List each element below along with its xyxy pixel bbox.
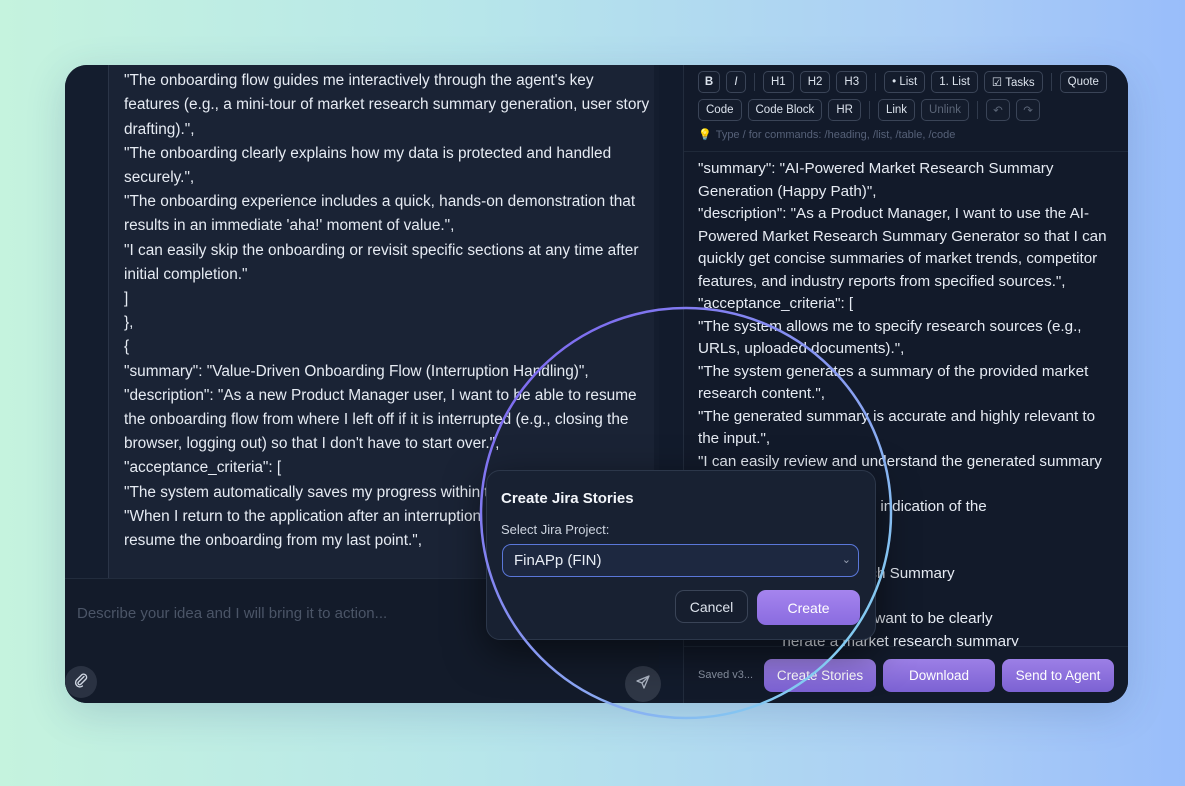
tasks-button[interactable]: ☑ Tasks — [983, 71, 1043, 93]
attach-button[interactable] — [65, 666, 97, 698]
text-line: research content.", — [698, 385, 825, 402]
text-line: "acceptance_criteria": [ — [698, 295, 854, 312]
saved-status: Saved v3... — [698, 669, 754, 681]
code-button[interactable]: Code — [698, 99, 742, 121]
text-line: "The onboarding flow guides me interacti… — [124, 72, 594, 90]
text-line: drafting).", — [124, 120, 195, 138]
toolbar-divider — [754, 73, 755, 91]
create-stories-button[interactable]: Create Stories — [764, 659, 876, 692]
text-line: "I can easily skip the onboarding or rev… — [124, 241, 639, 259]
text-line: Generation (Happy Path)", — [698, 182, 877, 200]
text-line: }, — [124, 314, 134, 332]
send-to-agent-button[interactable]: Send to Agent — [1002, 659, 1114, 692]
code-block-button[interactable]: Code Block — [747, 99, 823, 121]
text-line: "The system allows me to specify researc… — [698, 317, 1082, 335]
text-line: Powered Market Research Summary Generato… — [698, 227, 1107, 245]
create-jira-stories-dialog: Create Jira Stories Select Jira Project:… — [486, 470, 876, 640]
text-line: "The onboarding clearly explains how my … — [124, 144, 612, 162]
text-line: "summary": "Value-Driven Onboarding Flow… — [124, 362, 589, 380]
quote-button[interactable]: Quote — [1059, 71, 1107, 93]
unlink-button[interactable]: Unlink — [921, 99, 970, 121]
text-line: "The generated summary is accurate and h… — [698, 407, 1096, 425]
text-line: "description": "As a new Product Manager… — [124, 386, 637, 404]
toolbar-divider — [875, 73, 877, 91]
numbered-list-button[interactable]: 1. List — [931, 71, 978, 93]
jira-project-select[interactable]: FinAPp (FIN) ⌄ — [502, 544, 859, 577]
text-line: "The onboarding experience includes a qu… — [124, 193, 636, 211]
toolbar-divider — [868, 101, 870, 119]
text-line: "summary": "AI-Powered Market Research S… — [698, 160, 1054, 177]
command-hint-text: Type / for commands: /heading, /list, /t… — [715, 129, 956, 141]
text-line: quickly get concise summaries of market … — [698, 250, 1098, 267]
undo-button[interactable]: ↶ — [986, 99, 1011, 121]
paperclip-icon — [73, 672, 89, 693]
create-button[interactable]: Create — [757, 590, 860, 625]
toolbar-divider — [977, 101, 979, 119]
toolbar-row-1: B I H1 H2 H3 • List 1. List ☑ Tasks Quot… — [698, 70, 1118, 94]
selected-project: FinAPp (FIN) — [514, 552, 602, 569]
heading2-button[interactable]: H2 — [799, 71, 831, 93]
text-line: ] — [124, 290, 129, 308]
text-line: "description": "As a Product Manager, I … — [698, 205, 1090, 222]
text-line: the input.", — [698, 430, 771, 447]
editor-footer: Saved v3... Create Stories Download Send… — [684, 646, 1128, 703]
cancel-button[interactable]: Cancel — [675, 590, 748, 623]
bold-button[interactable]: B — [698, 71, 720, 93]
text-line: results in an immediate 'aha!' moment of… — [124, 217, 455, 235]
text-line: { — [124, 338, 130, 356]
heading3-button[interactable]: H3 — [836, 71, 868, 93]
toolbar-divider — [1050, 73, 1052, 91]
text-line: features (e.g., a mini-tour of market re… — [124, 96, 650, 114]
send-button[interactable] — [625, 666, 661, 702]
text-line: initial completion." — [124, 265, 248, 283]
horizontal-rule-button[interactable]: HR — [828, 99, 861, 121]
text-line: URLs, uploaded documents).", — [698, 340, 905, 357]
link-button[interactable]: Link — [877, 99, 916, 121]
italic-button[interactable]: I — [726, 71, 746, 93]
heading1-button[interactable]: H1 — [763, 71, 794, 93]
redo-button[interactable]: ↷ — [1016, 99, 1041, 121]
lightbulb-icon: 💡 — [698, 129, 712, 141]
chevron-down-icon: ⌄ — [841, 554, 851, 566]
formatting-toolbar: B I H1 H2 H3 • List 1. List ☑ Tasks Quot… — [698, 70, 1118, 126]
dialog-title: Create Jira Stories — [501, 490, 634, 507]
command-hint: 💡 Type / for commands: /heading, /list, /… — [698, 128, 955, 141]
text-line: the onboarding flow from where I left of… — [124, 411, 629, 429]
send-icon — [635, 674, 651, 695]
text-line: browser, logging out) so that I don't ha… — [124, 435, 500, 453]
toolbar-row-2: Code Code Block HR Link Unlink ↶ ↷ — [698, 98, 1118, 122]
text-line: "The system generates a summary of the p… — [698, 362, 1089, 380]
bullet-list-button[interactable]: • List — [884, 71, 926, 93]
idea-input[interactable] — [75, 601, 499, 625]
download-button[interactable]: Download — [883, 659, 995, 692]
text-line: securely.", — [124, 169, 195, 187]
project-select-label: Select Jira Project: — [501, 522, 610, 537]
text-line: features, and industry reports from spec… — [698, 272, 1066, 290]
